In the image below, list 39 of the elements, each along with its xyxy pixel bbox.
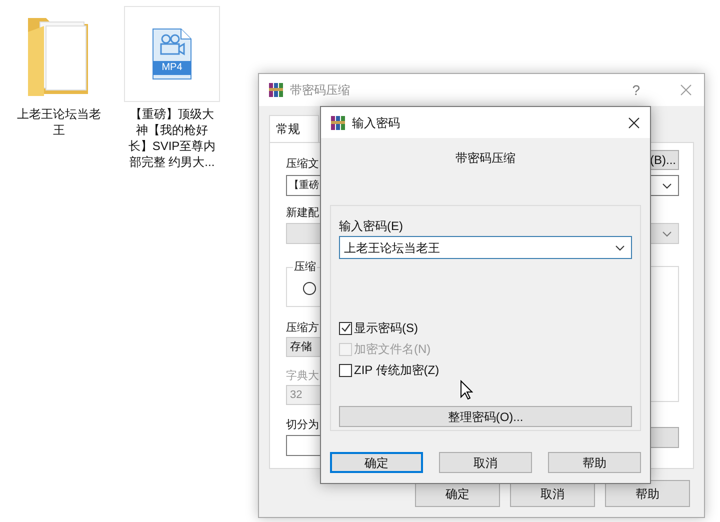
books-icon: [268, 82, 284, 98]
dialog-button[interactable]: 取消: [439, 452, 532, 473]
books-icon: [330, 114, 346, 130]
radio-button[interactable]: [303, 282, 316, 295]
field-label: 新建配: [286, 206, 319, 220]
field-label: 输入密码(E): [339, 218, 404, 234]
chevron-down-icon: [662, 230, 672, 236]
help-button[interactable]: ?: [632, 80, 640, 100]
dialog-title: 输入密码: [352, 114, 400, 132]
chevron-down-icon: [615, 244, 625, 250]
organize-passwords-button[interactable]: 整理密码(O)...: [339, 406, 632, 427]
password-combo[interactable]: 上老王论坛当老王: [339, 236, 632, 259]
checkbox[interactable]: [339, 322, 352, 334]
tab[interactable]: 常规: [269, 115, 319, 142]
desktop-icon-label: 【重磅】顶级大神【我的枪好长】SVIP至尊内部完整 约男大...: [128, 106, 216, 170]
field-label: 压缩方: [286, 321, 319, 335]
dialog-button[interactable]: 确定: [330, 452, 423, 473]
desktop-icon-label: 上老王论坛当老王: [16, 106, 102, 138]
combo-value: 存储: [290, 340, 312, 355]
checkbox-label: ZIP 传统加密(Z): [354, 363, 440, 377]
chevron-down-icon: [662, 182, 672, 188]
checkbox-label: 显示密码(S): [354, 321, 418, 335]
close-icon[interactable]: [628, 116, 640, 128]
combo-value: 上老王论坛当老王: [344, 240, 440, 256]
video-file-icon: [152, 28, 192, 80]
field-label: 字典大: [286, 369, 319, 383]
mouse-cursor-icon: [460, 380, 473, 400]
desktop-icon-tile[interactable]: MP4: [124, 6, 220, 102]
field-label: 切分为: [286, 418, 319, 432]
checkbox[interactable]: [339, 364, 352, 376]
dialog-button[interactable]: 帮助: [605, 480, 690, 507]
file-type-label: MP4: [160, 61, 184, 75]
dialog-button[interactable]: 帮助: [548, 452, 641, 473]
group-label: 压缩: [293, 260, 317, 274]
window-title: 带密码压缩: [290, 82, 350, 99]
checkbox-label: 加密文件名(N): [354, 342, 431, 356]
dialog-heading: 带密码压缩: [456, 150, 516, 166]
combo-value: 【重磅: [289, 180, 319, 192]
field-label: 压缩文: [286, 158, 319, 170]
